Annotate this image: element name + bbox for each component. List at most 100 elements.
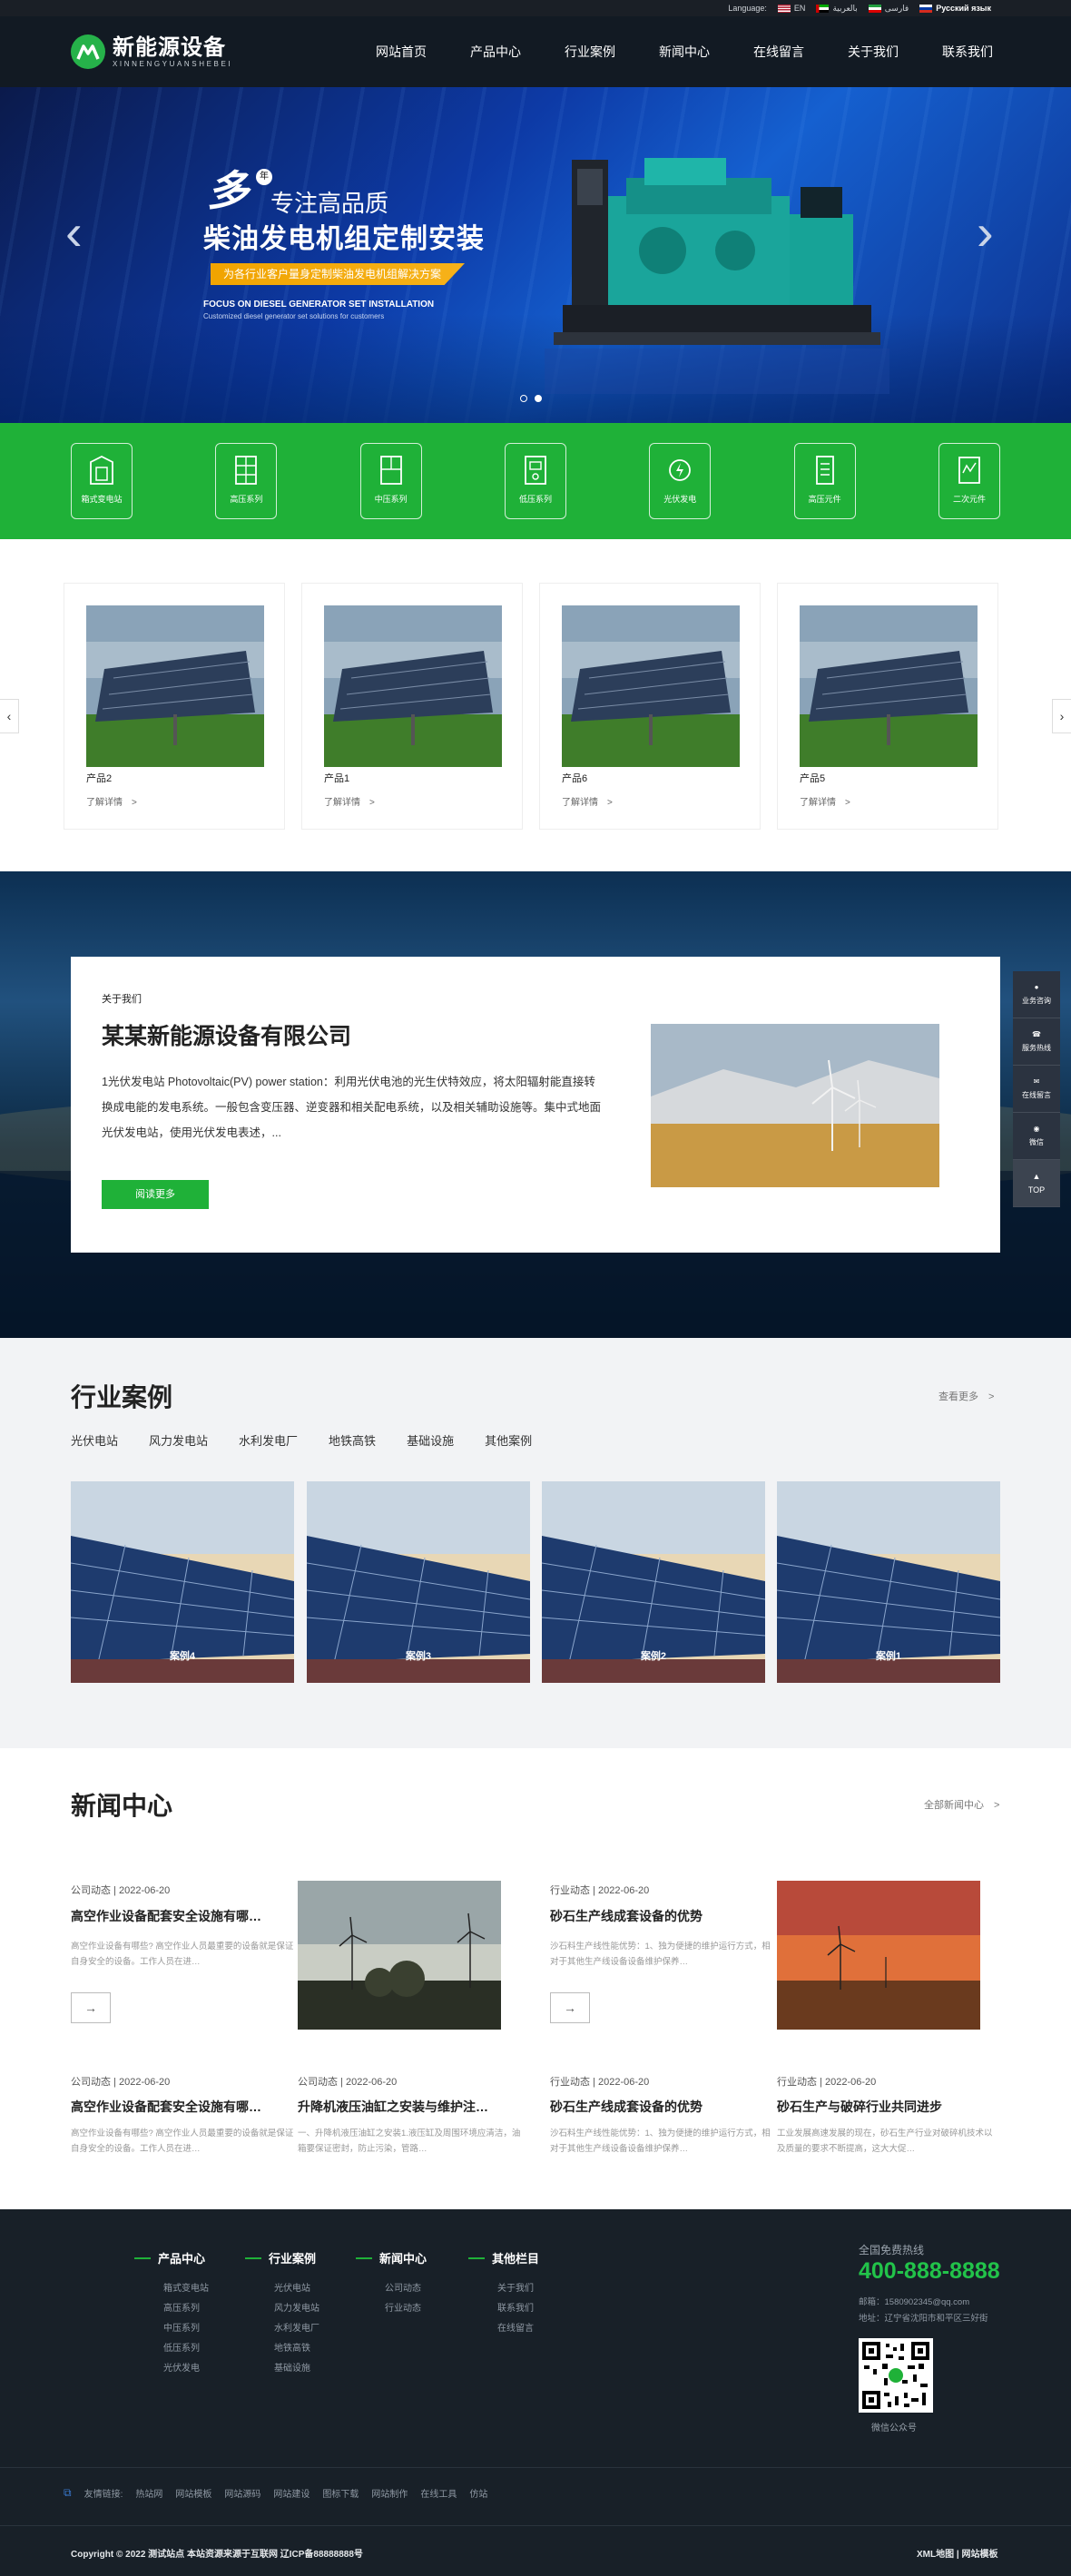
footer-link[interactable]: 箱式变电站 (163, 2279, 209, 2299)
lang-fa[interactable]: فارسی (868, 4, 909, 14)
product-more-link[interactable]: 了解详情 > (562, 794, 613, 808)
friend-link[interactable]: 图标下载 (322, 2486, 359, 2500)
news-arrow-button[interactable]: → (550, 1992, 590, 2023)
product-more-link[interactable]: 了解详情 > (800, 794, 850, 808)
case-card[interactable]: 案例3 (307, 1481, 530, 1683)
read-more-button[interactable]: 阅读更多 (102, 1180, 209, 1209)
footer-link[interactable]: 公司动态 (385, 2279, 427, 2299)
category-medium-voltage[interactable]: 中压系列 (359, 443, 422, 519)
banner-next-arrow[interactable]: › (977, 207, 998, 258)
tab-metro[interactable]: 地铁高铁 (329, 1431, 376, 1449)
banner-prev-arrow[interactable]: ‹ (65, 207, 87, 258)
tab-wind[interactable]: 风力发电站 (149, 1431, 208, 1449)
products-next-button[interactable]: › (1052, 699, 1071, 733)
news-more-link[interactable]: 全部新闻中心 > (924, 1797, 999, 1812)
footer-link[interactable]: 行业动态 (385, 2299, 427, 2319)
back-to-top-button[interactable]: ▲ TOP (1013, 1160, 1060, 1207)
footer-link[interactable]: 基础设施 (274, 2359, 319, 2379)
float-message[interactable]: ✉ 在线留言 (1013, 1066, 1060, 1113)
news-excerpt: 工业发展高速发展的现在，砂石生产行业对破碎机技术以及质量的要求不断提高，这大大促… (777, 2129, 993, 2154)
news-headline[interactable]: 高空作业设备配套安全设施有哪… (71, 2098, 261, 2116)
category-high-voltage[interactable]: 高压系列 (215, 443, 278, 519)
banner-en1: FOCUS ON DIESEL GENERATOR SET INSTALLATI… (203, 300, 435, 310)
friend-link[interactable]: 网站建设 (273, 2486, 310, 2500)
product-card[interactable]: 产品6 了解详情 > (539, 583, 761, 830)
friend-link[interactable]: 网站制作 (371, 2486, 408, 2500)
product-name: 产品1 (324, 773, 350, 784)
friend-link[interactable]: 热站网 (135, 2486, 162, 2500)
product-card[interactable]: 产品5 了解详情 > (777, 583, 998, 830)
link-icon: ⧉ (64, 2486, 72, 2499)
category-box-substation[interactable]: 箱式变电站 (71, 443, 133, 519)
tab-other[interactable]: 其他案例 (485, 1431, 532, 1449)
float-hotline[interactable]: ☎ 服务热线 (1013, 1018, 1060, 1066)
news-arrow-button[interactable]: → (71, 1992, 111, 2023)
news-image[interactable] (777, 1881, 980, 2030)
accent-bar (245, 2256, 261, 2259)
category-low-voltage[interactable]: 低压系列 (504, 443, 566, 519)
product-image (324, 605, 502, 767)
footer-link[interactable]: 低压系列 (163, 2339, 209, 2359)
float-wechat[interactable]: ◉ 微信 (1013, 1113, 1060, 1160)
case-card[interactable]: 案例4 (71, 1481, 294, 1683)
nav-contact[interactable]: 联系我们 (942, 43, 993, 61)
news-headline[interactable]: 高空作业设备配套安全设施有哪… (71, 1907, 261, 1925)
case-card[interactable]: 案例2 (542, 1481, 765, 1683)
product-card[interactable]: 产品1 了解详情 > (301, 583, 523, 830)
tab-hydro[interactable]: 水利发电厂 (239, 1431, 298, 1449)
friend-link[interactable]: 在线工具 (420, 2486, 457, 2500)
category-strip: 箱式变电站 高压系列 中压系列 低压系列 光伏发电 高压元件 二次元件 (0, 423, 1071, 539)
footer-link[interactable]: 光伏发电 (163, 2359, 209, 2379)
footer-link[interactable]: 高压系列 (163, 2299, 209, 2319)
friend-link[interactable]: 网站源码 (224, 2486, 260, 2500)
category-photovoltaic[interactable]: 光伏发电 (649, 443, 712, 519)
nav-about[interactable]: 关于我们 (848, 43, 899, 61)
cases-more-link[interactable]: 查看更多 > (938, 1389, 994, 1403)
nav-home[interactable]: 网站首页 (376, 43, 427, 61)
news-excerpt: 高空作业设备有哪些? 高空作业人员最重要的设备就是保证自身安全的设备。工作人员在… (71, 1942, 294, 1967)
nav-products[interactable]: 产品中心 (470, 43, 521, 61)
tab-infrastructure[interactable]: 基础设施 (407, 1431, 454, 1449)
lang-en[interactable]: EN (777, 4, 805, 13)
footer-link[interactable]: 关于我们 (497, 2279, 539, 2299)
footer-link[interactable]: 光伏电站 (274, 2279, 319, 2299)
footer-link[interactable]: 风力发电站 (274, 2299, 319, 2319)
banner-duo: 多 (207, 166, 249, 215)
category-high-voltage-components[interactable]: 高压元件 (793, 443, 856, 519)
cabinet-icon (235, 456, 258, 485)
news-headline[interactable]: 砂石生产线成套设备的优势 (550, 1907, 703, 1925)
friend-link[interactable]: 网站模板 (175, 2486, 211, 2500)
product-more-link[interactable]: 了解详情 > (324, 794, 375, 808)
footer-link[interactable]: 在线留言 (497, 2319, 539, 2339)
lang-ar[interactable]: بالعربية (816, 4, 858, 14)
case-card[interactable]: 案例1 (777, 1481, 1000, 1683)
friend-link[interactable]: 仿站 (469, 2486, 487, 2500)
nav-message[interactable]: 在线留言 (753, 43, 804, 61)
news-image[interactable] (298, 1881, 501, 2030)
lang-ru[interactable]: Русский язык (919, 4, 991, 13)
banner-dot-2[interactable] (535, 395, 542, 402)
footer-link[interactable]: 联系我们 (497, 2299, 539, 2319)
footer-sitemap-link[interactable]: XML地图 | 网站模板 (917, 2546, 997, 2560)
banner-dot-1[interactable] (520, 395, 527, 402)
footer-link[interactable]: 中压系列 (163, 2319, 209, 2339)
qr-label: 微信公众号 (871, 2424, 917, 2433)
news-headline[interactable]: 升降机液压油缸之安装与维护注… (298, 2098, 488, 2116)
product-more-link[interactable]: 了解详情 > (86, 794, 137, 808)
float-consult[interactable]: ● 业务咨询 (1013, 971, 1060, 1018)
category-secondary-components[interactable]: 二次元件 (938, 443, 1000, 519)
generator-image (545, 158, 889, 394)
site-logo[interactable]: 新能源设备 XINNENGYUANSHEBEI (71, 34, 232, 69)
news-headline[interactable]: 砂石生产线成套设备的优势 (550, 2098, 703, 2116)
news-headline[interactable]: 砂石生产与破碎行业共同进步 (777, 2098, 942, 2116)
nav-cases[interactable]: 行业案例 (565, 43, 615, 61)
footer-link[interactable]: 地铁高铁 (274, 2339, 319, 2359)
nav-news[interactable]: 新闻中心 (659, 43, 710, 61)
banner-nian: 年 (256, 169, 272, 185)
news-meta: 公司动态 | 2022-06-20 (71, 2077, 171, 2088)
product-card[interactable]: 产品2 了解详情 > (64, 583, 285, 830)
tab-solar[interactable]: 光伏电站 (71, 1431, 118, 1449)
products-prev-button[interactable]: ‹ (0, 699, 19, 733)
footer-link[interactable]: 水利发电厂 (274, 2319, 319, 2339)
component-icon (815, 456, 834, 485)
